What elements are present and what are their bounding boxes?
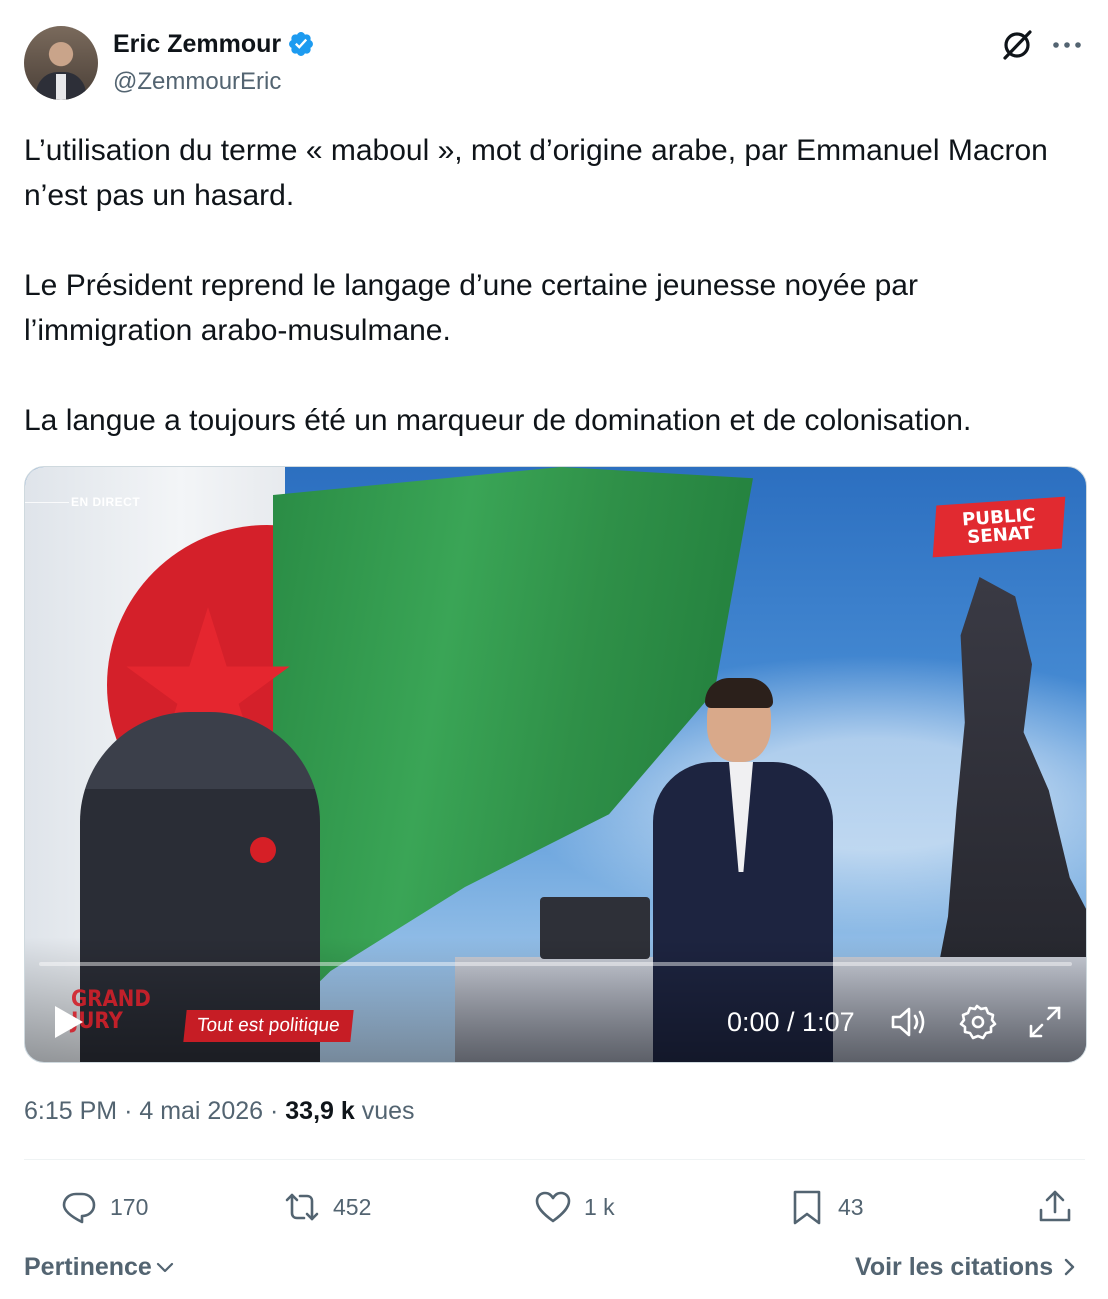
sort-label: Pertinence (24, 1253, 152, 1281)
repost-icon (285, 1193, 319, 1221)
chevron-down-icon (156, 1262, 173, 1273)
reply-count: 170 (110, 1193, 149, 1220)
grok-icon[interactable] (998, 26, 1036, 64)
tweet-text: L’utilisation du terme « maboul », mot d… (24, 128, 1084, 488)
quotes-label: Voir les citations (855, 1253, 1054, 1281)
show-tag: Tout est politique (183, 1010, 354, 1042)
presenter-hair (705, 678, 773, 708)
repost-button[interactable]: 452 (283, 1183, 371, 1231)
more-icon[interactable] (1050, 30, 1084, 60)
repost-count: 452 (333, 1193, 372, 1220)
volume-icon[interactable] (889, 1002, 929, 1042)
live-label: EN DIRECT (71, 495, 141, 509)
sort-dropdown[interactable]: Pertinence (24, 1250, 176, 1284)
avatar-shirt (56, 74, 66, 100)
video-player[interactable]: EN DIRECT PUBLIC SENAT GRAND JURY Tout e… (24, 466, 1087, 1063)
like-count: 1 k (584, 1193, 615, 1220)
tweet-paragraph: Le Président reprend le langage d’une ce… (24, 269, 918, 347)
share-button[interactable] (1036, 1183, 1074, 1231)
channel-logo: PUBLIC SENAT (932, 496, 1066, 558)
bookmark-count: 43 (838, 1193, 864, 1220)
views-label: vues (361, 1097, 415, 1125)
author-name[interactable]: Eric Zemmour (113, 28, 281, 60)
bookmark-icon (793, 1190, 821, 1225)
live-line (25, 502, 69, 503)
tweet-date[interactable]: 4 mai 2026 (139, 1097, 263, 1125)
controls-scrim (25, 937, 1086, 1062)
tweet-meta: 6:15 PM · 4 mai 2026 · 33,9 k vues (24, 1093, 415, 1129)
play-icon[interactable] (49, 1002, 89, 1042)
fullscreen-icon[interactable] (1025, 1002, 1065, 1042)
meta-separator: · (124, 1097, 133, 1125)
video-progress-bar[interactable] (39, 962, 1072, 966)
tweet-paragraph: L’utilisation du terme « maboul », mot d… (24, 134, 1048, 212)
like-icon (535, 1191, 571, 1223)
view-quotes-link[interactable]: Voir les citations (855, 1250, 1077, 1284)
reply-button[interactable]: 170 (60, 1183, 148, 1231)
tweet-paragraph: La langue a toujours été un marqueur de … (24, 404, 972, 437)
verified-badge-icon (289, 32, 314, 56)
bookmark-button[interactable]: 43 (788, 1183, 864, 1231)
reply-icon (62, 1192, 96, 1224)
like-button[interactable]: 1 k (534, 1183, 615, 1231)
views-count: 33,9 k (285, 1097, 355, 1125)
author-name-row[interactable]: Eric Zemmour (113, 28, 315, 60)
tweet-time[interactable]: 6:15 PM (24, 1097, 117, 1125)
video-time: 0:00 / 1:07 (727, 1007, 855, 1037)
share-icon (1039, 1190, 1071, 1222)
channel-logo-line: SENAT (966, 522, 1034, 549)
meta-separator: · (270, 1097, 279, 1125)
divider (24, 1159, 1085, 1160)
video-microphone (250, 837, 276, 863)
chevron-right-icon (1065, 1258, 1075, 1276)
avatar[interactable] (24, 26, 98, 100)
author-handle[interactable]: @ZemmourEric (113, 66, 281, 98)
settings-icon[interactable] (957, 1002, 997, 1042)
